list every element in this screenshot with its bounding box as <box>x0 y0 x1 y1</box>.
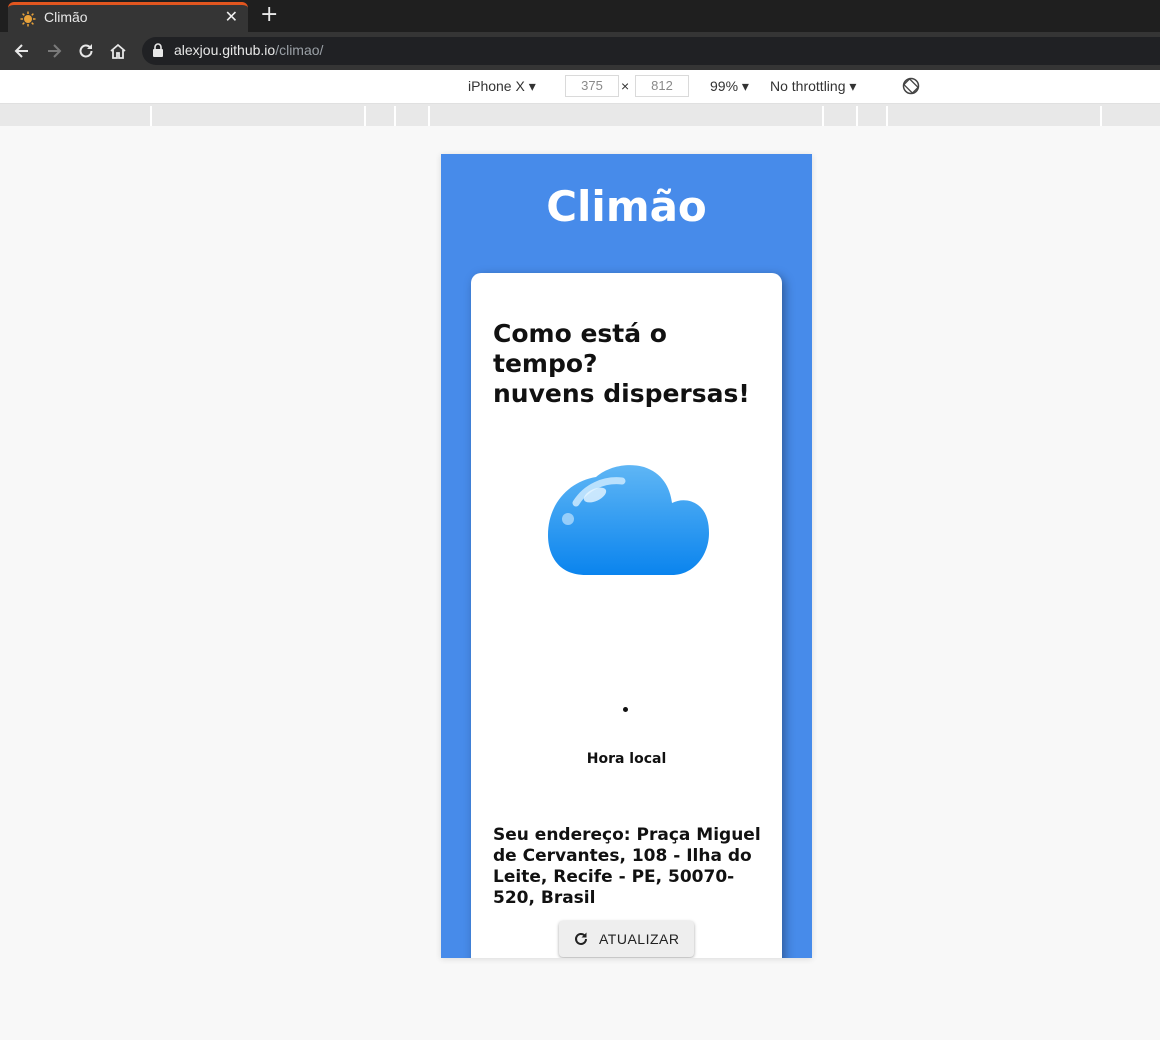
weather-card: Como está o tempo? nuvens dispersas! Hor… <box>471 273 782 958</box>
zoom-select[interactable]: 99% ▾ <box>710 78 749 95</box>
refresh-icon <box>575 932 587 945</box>
rotate-icon[interactable] <box>902 77 920 95</box>
lock-icon <box>153 43 163 57</box>
browser-toolbar: alexjou.github.io/climao/ <box>0 32 1160 70</box>
temperature-dot <box>623 707 628 712</box>
dimension-separator: × <box>621 78 630 94</box>
device-toolbar: iPhone X ▾ 375 × 812 99% ▾ No throttling… <box>0 70 1160 104</box>
refresh-button[interactable]: ATUALIZAR <box>559 921 694 957</box>
app-title: Climão <box>546 182 707 231</box>
address-bar[interactable]: alexjou.github.io/climao/ <box>142 37 1160 65</box>
tab-title: Climão <box>44 9 88 25</box>
back-icon[interactable] <box>12 41 32 61</box>
url-text: alexjou.github.io/climao/ <box>174 42 324 58</box>
browser-tab[interactable]: Climão ✕ <box>8 2 248 32</box>
close-tab-icon[interactable]: ✕ <box>225 7 238 26</box>
forward-icon[interactable] <box>44 41 64 61</box>
weather-question: Como está o tempo? <box>493 319 667 378</box>
device-select[interactable]: iPhone X ▾ <box>468 78 536 95</box>
width-input[interactable]: 375 <box>565 75 619 97</box>
new-tab-icon[interactable]: + <box>260 3 278 27</box>
local-time-label: Hora local <box>586 751 667 767</box>
device-viewport: Climão Como está o tempo? nuvens dispers… <box>441 154 812 958</box>
media-query-ruler <box>0 104 1160 126</box>
reload-icon[interactable] <box>76 41 96 61</box>
browser-tab-strip: Climão ✕ + <box>0 0 1160 32</box>
weather-condition: nuvens dispersas! <box>493 379 750 408</box>
home-icon[interactable] <box>108 41 128 61</box>
weather-heading: Como está o tempo? nuvens dispersas! <box>493 319 773 409</box>
address-text: Seu endereço: Praça Miguel de Cervantes,… <box>493 825 761 908</box>
cloud-icon <box>548 465 709 575</box>
height-input[interactable]: 812 <box>635 75 689 97</box>
refresh-label: ATUALIZAR <box>599 931 680 947</box>
throttling-select[interactable]: No throttling ▾ <box>770 78 856 95</box>
sun-favicon-icon <box>20 11 36 27</box>
